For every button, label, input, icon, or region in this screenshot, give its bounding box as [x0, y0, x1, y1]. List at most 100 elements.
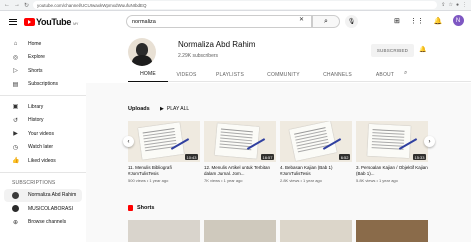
video-thumbnail[interactable]: 10:43 — [128, 121, 200, 162]
your-videos-icon: ▶ — [13, 131, 18, 138]
video-card[interactable]: 10:43 11. Menulis Bibliografi #JomTulisT… — [128, 121, 200, 183]
sidebar-item-label: Watch later — [28, 144, 54, 151]
short-thumbnail[interactable] — [356, 220, 428, 242]
video-title[interactable]: 12. Menulis Artikel untuk Terbitan dalam… — [204, 165, 276, 176]
topbar-actions: ⊞ ⋮⋮ 🔔 N — [394, 15, 464, 26]
video-duration: 10:43 — [184, 154, 198, 160]
share-icon[interactable]: ⇪ — [441, 2, 445, 8]
sidebar-item-your-videos[interactable]: ▶ Your videos — [0, 127, 86, 141]
logo-text: YouTube — [36, 16, 72, 27]
sidebar-item-label: MUSICOLABORASI — [28, 205, 74, 212]
sidebar-item-history[interactable]: ↺ History — [0, 114, 86, 128]
sidebar-item-home[interactable]: ⌂ Home — [0, 37, 86, 51]
sidebar-item-label: History — [28, 117, 44, 124]
sidebar-item-label: Subscriptions — [28, 81, 59, 88]
library-icon: ▣ — [12, 104, 19, 111]
notification-bell-icon[interactable]: 🔔 — [419, 46, 426, 53]
short-thumbnail[interactable] — [280, 220, 352, 242]
shorts-label: Shorts — [137, 205, 155, 211]
search-value: normaliza — [132, 18, 156, 25]
chevron-right-icon: › — [428, 138, 431, 145]
create-video-icon[interactable]: ⊞ — [394, 17, 400, 25]
shorts-icon: ▷ — [13, 68, 18, 75]
channel-search-icon[interactable]: ⌕ — [404, 70, 407, 77]
video-duration: 15:33 — [412, 154, 426, 160]
video-meta: 7K views • 1 year ago — [204, 177, 243, 183]
sidebar-item-library[interactable]: ▣ Library — [0, 100, 86, 114]
search-button[interactable]: ⌕ — [312, 15, 340, 28]
address-bar[interactable]: youtube.com/channel/UCUIwaxkWpmxdWuufuNI… — [33, 1, 438, 9]
menu-dots-icon[interactable]: ⋮ — [462, 2, 467, 8]
subscribed-button[interactable]: SUBSCRIBED — [371, 44, 414, 57]
notifications-bell-icon[interactable]: 🔔 — [434, 17, 443, 25]
sidebar-item-watch-later[interactable]: ◷ Watch later — [0, 141, 86, 155]
profile-icon[interactable]: ● — [456, 2, 459, 8]
browser-nav: ← → ↻ — [0, 2, 33, 9]
sidebar-subscription-normaliza[interactable]: Normaliza Abd Rahim — [4, 188, 82, 202]
video-card[interactable]: 6:52 4. Bebasan Kajian (Bab 1) #JomTulis… — [280, 121, 352, 183]
search-icon: ⌕ — [324, 17, 328, 25]
sidebar-divider — [0, 171, 86, 173]
video-title[interactable]: 11. Menulis Bibliografi #JomTulisTesis — [128, 165, 200, 176]
sidebar-item-label: Your videos — [28, 130, 54, 137]
search-input[interactable]: normaliza — [126, 15, 312, 28]
video-title[interactable]: 4. Bebasan Kajian (Bab 1) #JomTulisTesis — [280, 165, 352, 176]
video-thumbnail[interactable]: 15:33 — [356, 121, 428, 162]
sidebar-item-label: Liked videos — [28, 157, 56, 164]
tab-about[interactable]: ABOUT — [363, 67, 407, 82]
carousel-prev-button[interactable]: ‹ — [123, 136, 134, 147]
sidebar-browse-channels[interactable]: ⊕ Browse channels — [0, 216, 86, 230]
channel-avatar — [12, 205, 19, 213]
avatar-letter: N — [455, 17, 461, 24]
shorts-logo-icon — [128, 205, 133, 211]
logo-region: MY — [73, 21, 79, 26]
reload-icon[interactable]: ↻ — [24, 2, 29, 9]
uploads-heading[interactable]: Uploads — [128, 106, 150, 112]
sidebar-item-explore[interactable]: ◎ Explore — [0, 51, 86, 65]
play-all-icon: ▶ — [160, 106, 164, 112]
tab-channels[interactable]: CHANNELS — [312, 67, 363, 82]
hamburger-menu-icon[interactable] — [9, 18, 17, 25]
video-title[interactable]: 3. Persoalan Kajian / Objektif Kajian (B… — [356, 165, 428, 176]
apps-grid-icon[interactable]: ⋮⋮ — [410, 17, 424, 25]
sidebar-item-label: Home — [28, 40, 42, 47]
sidebar-item-label: Library — [28, 103, 44, 110]
short-thumbnail[interactable] — [204, 220, 276, 242]
star-icon[interactable]: ☆ — [448, 2, 452, 8]
sidebar-item-label: Browse channels — [28, 219, 67, 226]
browser-chrome: ← → ↻ youtube.com/channel/UCUIwaxkWpmxdW… — [0, 0, 471, 11]
video-card[interactable]: 15:33 3. Persoalan Kajian / Objektif Kaj… — [356, 121, 428, 183]
carousel-next-button[interactable]: › — [424, 136, 435, 147]
watch-later-icon: ◷ — [12, 144, 19, 151]
sidebar-item-liked-videos[interactable]: 👍 Liked videos — [0, 154, 86, 168]
url-text: youtube.com/channel/UCUIwaxkWpmxdWuufuNI… — [37, 2, 147, 8]
short-thumbnail[interactable] — [128, 220, 200, 242]
youtube-logo[interactable]: YouTube MY — [24, 17, 78, 27]
voice-search-button[interactable]: 🎙 — [345, 15, 358, 28]
tab-videos[interactable]: VIDEOS — [168, 67, 205, 82]
sidebar-item-shorts[interactable]: ▷ Shorts — [0, 64, 86, 78]
mic-icon: 🎙 — [347, 19, 356, 25]
channel-avatar-large[interactable] — [128, 38, 156, 66]
sidebar-item-subscriptions[interactable]: ▤ Subscriptions — [0, 78, 86, 92]
play-all-button[interactable]: ▶ PLAY ALL — [160, 106, 189, 112]
back-icon[interactable]: ← — [4, 2, 10, 9]
video-card[interactable]: 16:57 12. Menulis Artikel untuk Terbitan… — [204, 121, 276, 183]
video-meta: 2.8K views • 1 year ago — [280, 177, 322, 183]
forward-icon[interactable]: → — [14, 2, 20, 9]
sidebar-subscription-musicolaborasi[interactable]: MUSICOLABORASI — [0, 202, 86, 216]
tab-community[interactable]: COMMUNITY — [255, 67, 312, 82]
shorts-heading[interactable]: Shorts — [128, 205, 154, 211]
channel-tabs: HOME VIDEOS PLAYLISTS COMMUNITY CHANNELS… — [128, 67, 471, 82]
tab-playlists[interactable]: PLAYLISTS — [205, 67, 255, 82]
video-thumbnail[interactable]: 6:52 — [280, 121, 352, 162]
channel-header — [128, 38, 156, 66]
video-thumbnail[interactable]: 16:57 — [204, 121, 276, 162]
explore-icon: ◎ — [12, 54, 19, 61]
user-avatar[interactable]: N — [452, 15, 464, 26]
thumbnail-paper — [367, 123, 411, 159]
tab-home[interactable]: HOME — [128, 67, 168, 82]
clear-search-icon[interactable]: ✕ — [299, 16, 304, 23]
thumbnail-paper — [214, 123, 260, 159]
video-meta: 5.8K views • 1 year ago — [356, 177, 398, 183]
